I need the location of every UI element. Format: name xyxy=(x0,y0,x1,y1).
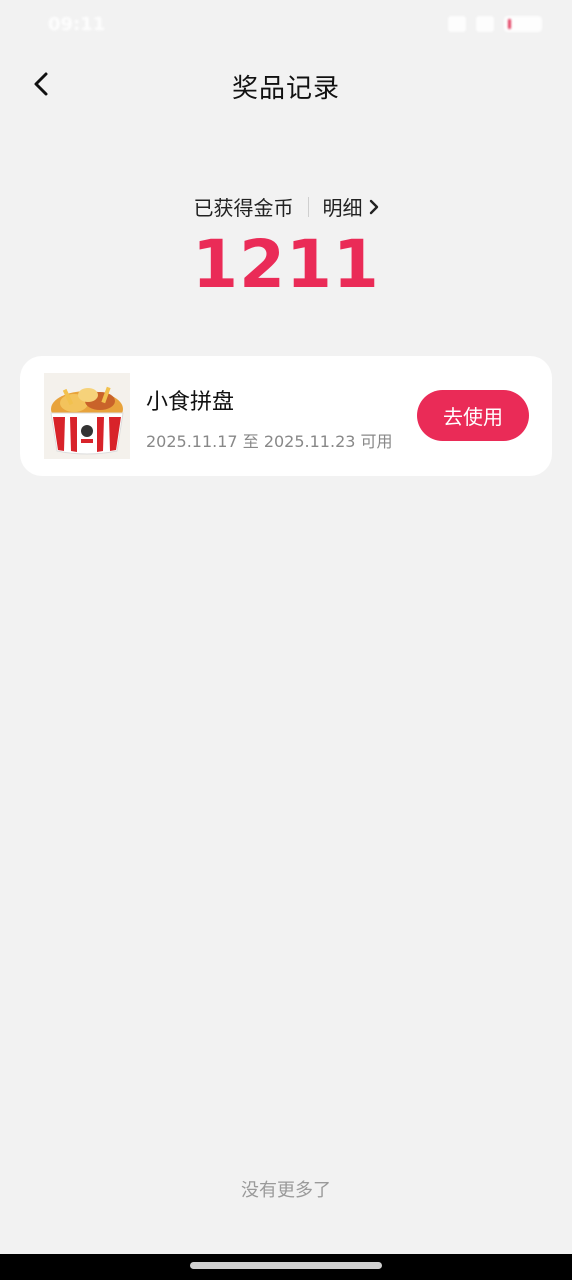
chevron-right-icon xyxy=(369,199,378,214)
prize-range-word: 至 xyxy=(242,432,259,451)
coins-label: 已获得金币 xyxy=(193,196,294,220)
prize-end-date: 2025.11.23 xyxy=(263,432,356,451)
coins-detail-link[interactable]: 明细 xyxy=(323,192,379,221)
system-nav-bar xyxy=(0,1254,572,1280)
prize-name: 小食拼盘 xyxy=(146,390,235,415)
nav-bar: 奖品记录 xyxy=(0,56,572,112)
no-more-text: 没有更多了 xyxy=(241,1180,331,1201)
prize-card: 小食拼盘 2025.11.17 至 2025.11.23 可用 去使用 xyxy=(20,356,552,476)
prize-records-screen: 09:11 奖品记录 已获得金币 明细 1211 小食拼盘 2025.11.17… xyxy=(0,0,572,1280)
coins-value: 1211 xyxy=(192,226,380,303)
page-title: 奖品记录 xyxy=(231,74,340,104)
use-prize-button[interactable]: 去使用 xyxy=(417,390,529,441)
detail-label: 明细 xyxy=(322,196,363,220)
home-indicator[interactable] xyxy=(190,1262,382,1269)
status-bar: 09:11 xyxy=(0,0,572,52)
prize-start-date: 2025.11.17 xyxy=(146,432,238,451)
battery-icon xyxy=(504,16,542,32)
kfc-snack-bucket-image xyxy=(44,373,130,459)
prize-status: 可用 xyxy=(360,432,393,451)
divider xyxy=(307,196,309,217)
prize-validity: 2025.11.17 至 2025.11.23 可用 xyxy=(146,428,393,452)
app-icon xyxy=(476,16,494,32)
status-icons xyxy=(448,16,542,32)
status-time: 09:11 xyxy=(48,14,106,35)
coins-summary: 已获得金币 明细 xyxy=(0,192,572,221)
notification-icon xyxy=(448,16,466,32)
